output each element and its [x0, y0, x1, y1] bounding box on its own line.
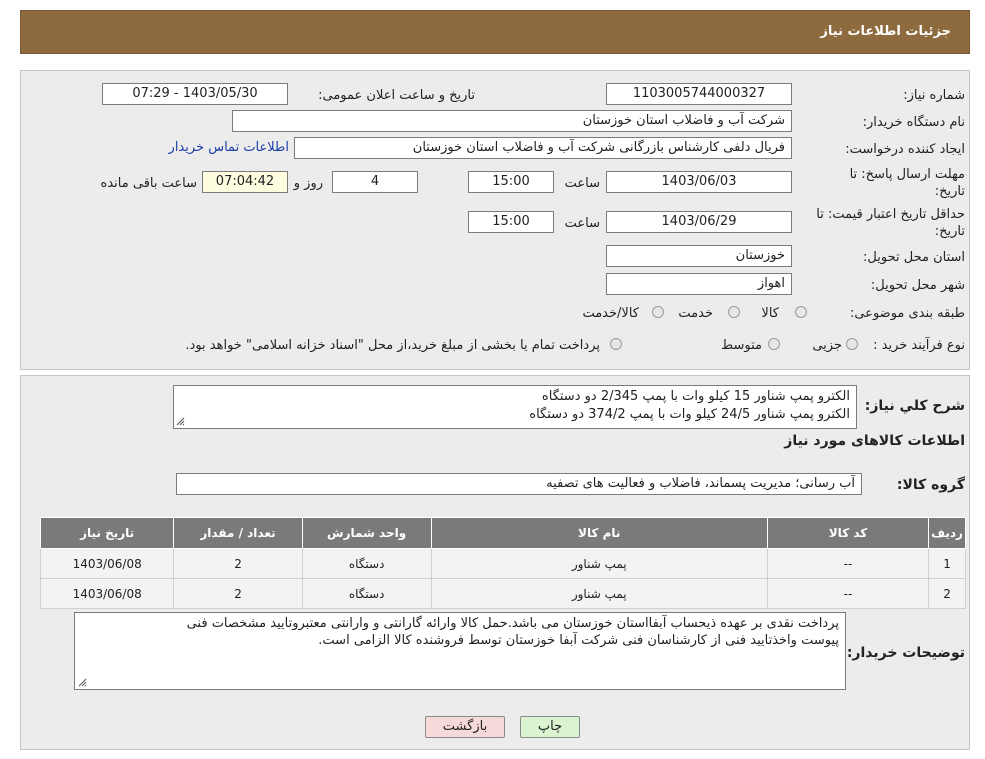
buyer-notes-label: توضیحات خریدار:: [846, 645, 965, 661]
table-row: 1 -- پمپ شناور دستگاه 2 1403/06/08: [39, 548, 966, 579]
province-field: خوزستان: [606, 245, 792, 267]
creator-field: فریال دلفی کارشناس بازرگانی شرکت آب و فا…: [294, 137, 792, 159]
province-label: استان محل تحویل:: [863, 250, 965, 265]
resize-handle-icon[interactable]: [176, 417, 185, 426]
buyer-notes-textarea[interactable]: پرداخت نقدی بر عهده ذیحساب آبفااستان خوز…: [74, 612, 846, 690]
reply-time-field: 15:00: [468, 171, 554, 193]
treasury-checkbox[interactable]: [610, 338, 622, 350]
need-number-label: شماره نیاز:: [903, 88, 965, 103]
process-option-minor: جزیی: [812, 338, 842, 353]
announce-label: تاریخ و ساعت اعلان عمومی:: [318, 88, 475, 103]
goods-group-label: گروه کالا:: [896, 477, 965, 493]
table-row: 2 -- پمپ شناور دستگاه 2 1403/06/08: [39, 578, 966, 609]
reply-deadline-label-2: تاریخ:: [934, 184, 965, 199]
cell-item-name: پمپ شناور: [430, 548, 768, 579]
cell-need-date: 1403/06/08: [39, 548, 175, 579]
resize-handle-icon[interactable]: [78, 678, 87, 687]
city-field: اهواز: [606, 273, 792, 295]
summary-line-2: الکترو پمپ شناور 24/5 کیلو وات با پمپ 37…: [529, 407, 850, 422]
buyer-notes-line-1: پرداخت نقدی بر عهده ذیحساب آبفااستان خوز…: [186, 616, 839, 631]
reply-deadline-label: مهلت ارسال پاسخ: تا: [849, 167, 965, 182]
summary-label: شرح کلي نياز:: [864, 398, 965, 414]
category-radio-goods-service[interactable]: [652, 306, 664, 318]
process-radio-minor[interactable]: [846, 338, 858, 350]
buyer-notes-line-2: پیوست واخذتایید فنی از کارشناسان فنی شرک…: [318, 633, 839, 648]
buyer-contact-link[interactable]: اطلاعات تماس خریدار: [169, 140, 289, 155]
cell-need-date: 1403/06/08: [39, 578, 175, 609]
reply-time-label: ساعت: [564, 176, 600, 191]
cell-quantity: 2: [173, 578, 303, 609]
page-title: جزئیات اطلاعات نیاز: [820, 24, 951, 39]
summary-textarea[interactable]: الکترو پمپ شناور 15 کیلو وات با پمپ 2/34…: [173, 385, 857, 429]
validity-date-field: 1403/06/29: [606, 211, 792, 233]
goods-info-title: اطلاعات کالاهای مورد نیاز: [784, 433, 965, 449]
cell-quantity: 2: [173, 548, 303, 579]
category-option-goods-service: کالا/خدمت: [582, 306, 639, 321]
days-label: روز و: [293, 176, 323, 191]
items-table: ردیف کد کالا نام کالا واحد شمارش تعداد /…: [39, 517, 966, 609]
process-label: نوع فرآیند خرید :: [873, 338, 965, 353]
remaining-time-field: 07:04:42: [202, 171, 288, 193]
buyer-org-field: شرکت آب و فاضلاب استان خوزستان: [232, 110, 792, 132]
col-header-need-date: تاریخ نیاز: [39, 517, 175, 549]
days-field: 4: [332, 171, 418, 193]
validity-time-label: ساعت: [564, 216, 600, 231]
col-header-unit: واحد شمارش: [301, 517, 432, 549]
category-option-service: خدمت: [678, 306, 713, 321]
cell-item-name: پمپ شناور: [430, 578, 768, 609]
cell-row-number: 1: [928, 548, 966, 579]
buyer-org-label: نام دستگاه خریدار:: [862, 115, 965, 130]
page-header: جزئیات اطلاعات نیاز: [20, 10, 970, 54]
category-radio-goods[interactable]: [795, 306, 807, 318]
table-header-row: ردیف کد کالا نام کالا واحد شمارش تعداد /…: [39, 517, 966, 549]
cell-row-number: 2: [928, 578, 966, 609]
category-label: طبقه بندی موضوعی:: [849, 306, 965, 321]
col-header-quantity: تعداد / مقدار: [173, 517, 303, 549]
print-button[interactable]: چاپ: [520, 716, 580, 738]
price-validity-label: حداقل تاریخ اعتبار قیمت: تا: [816, 207, 965, 222]
cell-item-code: --: [766, 578, 930, 609]
cell-unit: دستگاه: [301, 578, 432, 609]
reply-date-field: 1403/06/03: [606, 171, 792, 193]
process-radio-medium[interactable]: [768, 338, 780, 350]
category-radio-service[interactable]: [728, 306, 740, 318]
need-number-field: 1103005744000327: [606, 83, 792, 105]
creator-label: ایجاد کننده درخواست:: [845, 142, 965, 157]
process-option-medium: متوسط: [721, 338, 762, 353]
price-validity-label-2: تاریخ:: [934, 224, 965, 239]
back-button[interactable]: بازگشت: [425, 716, 505, 738]
cell-unit: دستگاه: [301, 548, 432, 579]
city-label: شهر محل تحویل:: [870, 278, 965, 293]
category-option-goods: کالا: [761, 306, 779, 321]
cell-item-code: --: [766, 548, 930, 579]
validity-time-field: 15:00: [468, 211, 554, 233]
col-header-item-name: نام کالا: [430, 517, 768, 549]
summary-line-1: الکترو پمپ شناور 15 کیلو وات با پمپ 2/34…: [541, 389, 850, 404]
col-header-row-number: ردیف: [928, 517, 966, 549]
announce-field: 1403/05/30 - 07:29: [102, 83, 288, 105]
remaining-label: ساعت باقی مانده: [100, 176, 197, 191]
col-header-item-code: کد کالا: [766, 517, 930, 549]
goods-group-field: آب رسانی؛ مدیریت پسماند، فاضلاب و فعالیت…: [176, 473, 862, 495]
process-note: پرداخت تمام یا بخشی از مبلغ خرید،از محل …: [185, 338, 600, 353]
